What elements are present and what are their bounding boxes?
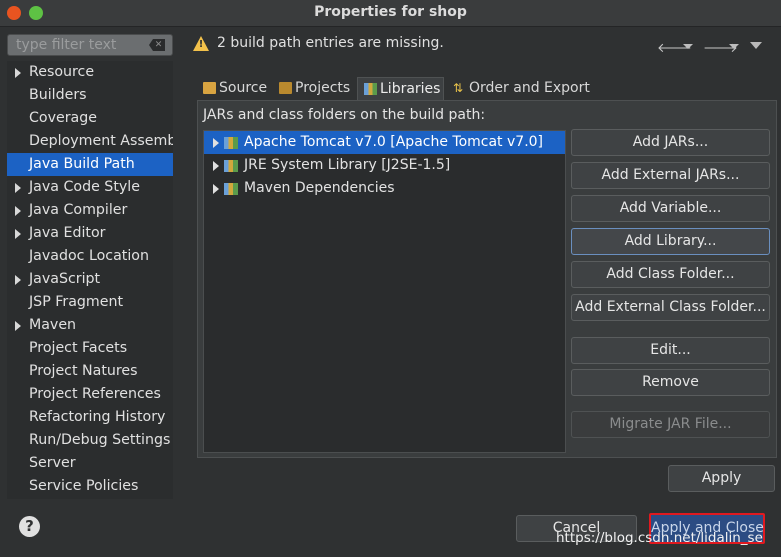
sidebar-item-javadoc-location[interactable]: Javadoc Location <box>7 245 173 268</box>
remove-button[interactable]: Remove <box>571 369 770 396</box>
library-tree[interactable]: Apache Tomcat v7.0 [Apache Tomcat v7.0] … <box>203 130 566 453</box>
projects-icon <box>279 82 292 94</box>
expand-arrow-icon[interactable] <box>15 229 21 239</box>
title-bar: Properties for shop <box>0 0 781 27</box>
sidebar-item-server[interactable]: Server <box>7 452 173 475</box>
library-icon <box>224 183 238 195</box>
add-library-button[interactable]: Add Library... <box>571 228 770 255</box>
sidebar-item-label: Coverage <box>29 110 97 126</box>
library-icon <box>224 160 238 172</box>
add-class-folder-button[interactable]: Add Class Folder... <box>571 261 770 288</box>
add-external-jars-button[interactable]: Add External JARs... <box>571 162 770 189</box>
sidebar-item-project-facets[interactable]: Project Facets <box>7 337 173 360</box>
sidebar-item-label: Deployment Assembly <box>29 133 173 149</box>
tab-libraries[interactable]: Libraries <box>357 77 444 101</box>
library-entry-tomcat[interactable]: Apache Tomcat v7.0 [Apache Tomcat v7.0] <box>204 131 565 154</box>
expand-arrow-icon[interactable] <box>213 161 219 171</box>
expand-arrow-icon[interactable] <box>15 275 21 285</box>
order-icon: ⇅ <box>453 81 464 95</box>
expand-arrow-icon[interactable] <box>213 138 219 148</box>
tab-label: Order and Export <box>469 80 590 96</box>
sidebar-item-run-debug-settings[interactable]: Run/Debug Settings <box>7 429 173 452</box>
library-entry-label: JRE System Library [J2SE-1.5] <box>244 157 451 173</box>
warning-text: 2 build path entries are missing. <box>217 35 444 51</box>
back-dropdown-icon[interactable] <box>683 44 693 49</box>
tab-projects[interactable]: Projects <box>273 77 350 101</box>
expand-arrow-icon[interactable] <box>15 206 21 216</box>
category-tree[interactable]: Resource Builders Coverage Deployment As… <box>7 61 173 499</box>
sidebar-item-label: Builders <box>29 87 87 103</box>
sidebar-item-label: Java Code Style <box>29 179 140 195</box>
sidebar-item-project-references[interactable]: Project References <box>7 383 173 406</box>
library-entry-jre[interactable]: JRE System Library [J2SE-1.5] <box>204 154 565 177</box>
sidebar-item-label: Project References <box>29 386 161 402</box>
apply-button[interactable]: Apply <box>668 465 775 492</box>
edit-button[interactable]: Edit... <box>571 337 770 364</box>
sidebar-item-project-natures[interactable]: Project Natures <box>7 360 173 383</box>
sidebar-item-refactoring-history[interactable]: Refactoring History <box>7 406 173 429</box>
sidebar-item-label: Java Compiler <box>29 202 128 218</box>
library-entry-maven[interactable]: Maven Dependencies <box>204 177 565 200</box>
add-external-class-folder-button[interactable]: Add External Class Folder... <box>571 294 770 321</box>
sidebar-item-resource[interactable]: Resource <box>7 61 173 84</box>
tab-order-and-export[interactable]: ⇅ Order and Export <box>447 77 590 101</box>
folder-icon <box>203 82 216 94</box>
sidebar-item-javascript[interactable]: JavaScript <box>7 268 173 291</box>
sidebar-item-label: Refactoring History <box>29 409 166 425</box>
sidebar-item-label: Server <box>29 455 76 471</box>
add-variable-button[interactable]: Add Variable... <box>571 195 770 222</box>
sidebar-item-label: Resource <box>29 64 95 80</box>
sidebar-item-java-compiler[interactable]: Java Compiler <box>7 199 173 222</box>
view-menu-icon[interactable] <box>750 42 764 51</box>
build-path-label: JARs and class folders on the build path… <box>203 107 486 123</box>
sidebar-item-label: Project Facets <box>29 340 128 356</box>
sidebar-item-java-editor[interactable]: Java Editor <box>7 222 173 245</box>
expand-arrow-icon[interactable] <box>15 321 21 331</box>
sidebar-item-label: Java Build Path <box>29 156 135 172</box>
tab-source[interactable]: Source <box>197 77 267 101</box>
sidebar-item-label: Javadoc Location <box>29 248 149 264</box>
sidebar-item-java-code-style[interactable]: Java Code Style <box>7 176 173 199</box>
window-title: Properties for shop <box>314 4 467 20</box>
sidebar-item-jsp-fragment[interactable]: JSP Fragment <box>7 291 173 314</box>
sidebar-item-service-policies[interactable]: Service Policies <box>7 475 173 498</box>
sidebar-item-builders[interactable]: Builders <box>7 84 173 107</box>
tab-label: Projects <box>295 80 351 96</box>
sidebar-item-label: JSP Fragment <box>29 294 124 310</box>
library-entry-label: Maven Dependencies <box>244 180 395 196</box>
filter-placeholder: type filter text <box>16 37 117 53</box>
sidebar-item-label: Java Editor <box>29 225 106 241</box>
libraries-icon <box>364 83 377 95</box>
warning-icon: ! <box>193 36 209 51</box>
expand-arrow-icon[interactable] <box>213 184 219 194</box>
clear-icon[interactable]: ✕ <box>149 39 165 51</box>
sidebar-item-deployment-assembly[interactable]: Deployment Assembly <box>7 130 173 153</box>
tab-label: Source <box>219 80 268 96</box>
sidebar-item-label: JavaScript <box>29 271 101 287</box>
expand-arrow-icon[interactable] <box>15 68 21 78</box>
tab-label: Libraries <box>380 81 441 97</box>
help-icon[interactable]: ? <box>19 516 40 537</box>
sidebar-item-label: Service Policies <box>29 478 139 494</box>
filter-input[interactable]: type filter text ✕ <box>7 34 173 56</box>
add-jars-button[interactable]: Add JARs... <box>571 129 770 156</box>
sidebar-item-java-build-path[interactable]: Java Build Path <box>7 153 173 176</box>
sidebar-item-label: Run/Debug Settings <box>29 432 171 448</box>
sidebar-item-label: Maven <box>29 317 77 333</box>
migrate-jar-button: Migrate JAR File... <box>571 411 770 438</box>
library-icon <box>224 137 238 149</box>
sidebar-item-label: Project Natures <box>29 363 138 379</box>
forward-dropdown-icon[interactable] <box>729 44 739 49</box>
library-entry-label: Apache Tomcat v7.0 [Apache Tomcat v7.0] <box>244 134 544 150</box>
watermark-text: https://blog.csdn.net/lidalin_se <box>556 530 763 546</box>
sidebar-item-maven[interactable]: Maven <box>7 314 173 337</box>
expand-arrow-icon[interactable] <box>15 183 21 193</box>
sidebar-item-coverage[interactable]: Coverage <box>7 107 173 130</box>
